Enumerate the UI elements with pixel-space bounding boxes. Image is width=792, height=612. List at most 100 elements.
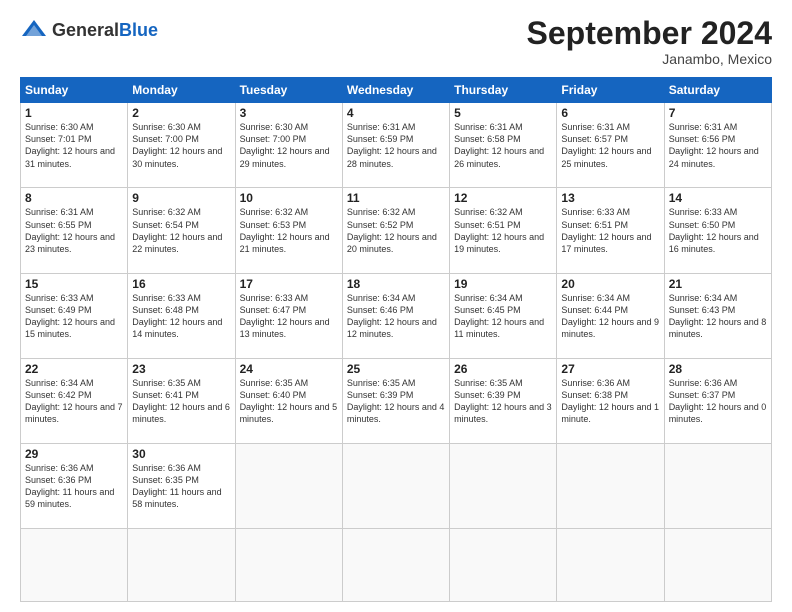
table-row: 13 Sunrise: 6:33 AM Sunset: 6:51 PM Dayl… — [557, 188, 664, 273]
table-row: 26 Sunrise: 6:35 AM Sunset: 6:39 PM Dayl… — [450, 358, 557, 443]
day-number: 25 — [347, 362, 445, 376]
cell-daylight: Daylight: 12 hours and 9 minutes. — [561, 316, 659, 340]
cell-sunset: Sunset: 7:00 PM — [132, 133, 230, 145]
month-title: September 2024 — [527, 16, 772, 51]
col-sunday: Sunday — [21, 78, 128, 103]
day-number: 21 — [669, 277, 767, 291]
day-number: 2 — [132, 106, 230, 120]
table-row: 14 Sunrise: 6:33 AM Sunset: 6:50 PM Dayl… — [664, 188, 771, 273]
day-number: 29 — [25, 447, 123, 461]
table-row: 23 Sunrise: 6:35 AM Sunset: 6:41 PM Dayl… — [128, 358, 235, 443]
cell-sunset: Sunset: 6:42 PM — [25, 389, 123, 401]
day-number: 11 — [347, 191, 445, 205]
cell-daylight: Daylight: 12 hours and 0 minutes. — [669, 401, 767, 425]
cell-sunset: Sunset: 6:52 PM — [347, 219, 445, 231]
col-wednesday: Wednesday — [342, 78, 449, 103]
table-row: 24 Sunrise: 6:35 AM Sunset: 6:40 PM Dayl… — [235, 358, 342, 443]
col-tuesday: Tuesday — [235, 78, 342, 103]
day-number: 15 — [25, 277, 123, 291]
table-row — [342, 444, 449, 529]
cell-sunset: Sunset: 6:57 PM — [561, 133, 659, 145]
cell-sunrise: Sunrise: 6:36 AM — [561, 377, 659, 389]
cell-sunset: Sunset: 6:54 PM — [132, 219, 230, 231]
table-row — [21, 529, 128, 602]
table-row: 21 Sunrise: 6:34 AM Sunset: 6:43 PM Dayl… — [664, 273, 771, 358]
cell-sunrise: Sunrise: 6:33 AM — [25, 292, 123, 304]
cell-sunset: Sunset: 6:37 PM — [669, 389, 767, 401]
cell-sunrise: Sunrise: 6:34 AM — [347, 292, 445, 304]
table-row: 28 Sunrise: 6:36 AM Sunset: 6:37 PM Dayl… — [664, 358, 771, 443]
day-number: 4 — [347, 106, 445, 120]
day-number: 22 — [25, 362, 123, 376]
table-row: 25 Sunrise: 6:35 AM Sunset: 6:39 PM Dayl… — [342, 358, 449, 443]
table-row — [235, 444, 342, 529]
cell-sunset: Sunset: 6:51 PM — [561, 219, 659, 231]
day-number: 6 — [561, 106, 659, 120]
cell-daylight: Daylight: 12 hours and 12 minutes. — [347, 316, 445, 340]
calendar-row: 1 Sunrise: 6:30 AM Sunset: 7:01 PM Dayli… — [21, 103, 772, 188]
calendar-row: 15 Sunrise: 6:33 AM Sunset: 6:49 PM Dayl… — [21, 273, 772, 358]
cell-sunset: Sunset: 6:46 PM — [347, 304, 445, 316]
calendar-row: 29 Sunrise: 6:36 AM Sunset: 6:36 PM Dayl… — [21, 444, 772, 529]
cell-sunset: Sunset: 6:50 PM — [669, 219, 767, 231]
day-number: 26 — [454, 362, 552, 376]
col-monday: Monday — [128, 78, 235, 103]
cell-daylight: Daylight: 12 hours and 25 minutes. — [561, 145, 659, 169]
day-number: 9 — [132, 191, 230, 205]
cell-daylight: Daylight: 12 hours and 1 minute. — [561, 401, 659, 425]
col-friday: Friday — [557, 78, 664, 103]
cell-sunrise: Sunrise: 6:31 AM — [25, 206, 123, 218]
cell-sunrise: Sunrise: 6:33 AM — [669, 206, 767, 218]
table-row: 12 Sunrise: 6:32 AM Sunset: 6:51 PM Dayl… — [450, 188, 557, 273]
cell-daylight: Daylight: 12 hours and 4 minutes. — [347, 401, 445, 425]
table-row — [664, 529, 771, 602]
cell-daylight: Daylight: 12 hours and 21 minutes. — [240, 231, 338, 255]
cell-sunset: Sunset: 6:40 PM — [240, 389, 338, 401]
cell-daylight: Daylight: 12 hours and 30 minutes. — [132, 145, 230, 169]
cell-daylight: Daylight: 12 hours and 8 minutes. — [669, 316, 767, 340]
cell-daylight: Daylight: 12 hours and 3 minutes. — [454, 401, 552, 425]
logo-blue-text: Blue — [119, 20, 158, 40]
table-row: 10 Sunrise: 6:32 AM Sunset: 6:53 PM Dayl… — [235, 188, 342, 273]
cell-sunrise: Sunrise: 6:35 AM — [454, 377, 552, 389]
cell-sunrise: Sunrise: 6:31 AM — [347, 121, 445, 133]
cell-sunrise: Sunrise: 6:31 AM — [454, 121, 552, 133]
cell-sunrise: Sunrise: 6:36 AM — [25, 462, 123, 474]
day-number: 13 — [561, 191, 659, 205]
day-number: 7 — [669, 106, 767, 120]
cell-sunset: Sunset: 6:47 PM — [240, 304, 338, 316]
location: Janambo, Mexico — [527, 51, 772, 67]
cell-sunrise: Sunrise: 6:34 AM — [561, 292, 659, 304]
cell-sunrise: Sunrise: 6:35 AM — [132, 377, 230, 389]
cell-daylight: Daylight: 12 hours and 6 minutes. — [132, 401, 230, 425]
day-number: 19 — [454, 277, 552, 291]
logo-general-text: General — [52, 20, 119, 40]
table-row: 19 Sunrise: 6:34 AM Sunset: 6:45 PM Dayl… — [450, 273, 557, 358]
cell-daylight: Daylight: 12 hours and 20 minutes. — [347, 231, 445, 255]
table-row — [342, 529, 449, 602]
cell-sunrise: Sunrise: 6:33 AM — [240, 292, 338, 304]
cell-daylight: Daylight: 12 hours and 31 minutes. — [25, 145, 123, 169]
table-row: 1 Sunrise: 6:30 AM Sunset: 7:01 PM Dayli… — [21, 103, 128, 188]
calendar-row — [21, 529, 772, 602]
cell-daylight: Daylight: 12 hours and 19 minutes. — [454, 231, 552, 255]
cell-daylight: Daylight: 12 hours and 29 minutes. — [240, 145, 338, 169]
day-number: 23 — [132, 362, 230, 376]
cell-sunrise: Sunrise: 6:33 AM — [561, 206, 659, 218]
cell-sunset: Sunset: 6:39 PM — [454, 389, 552, 401]
cell-sunrise: Sunrise: 6:35 AM — [240, 377, 338, 389]
table-row — [128, 529, 235, 602]
cell-daylight: Daylight: 12 hours and 13 minutes. — [240, 316, 338, 340]
cell-sunset: Sunset: 6:39 PM — [347, 389, 445, 401]
cell-sunrise: Sunrise: 6:34 AM — [25, 377, 123, 389]
cell-sunset: Sunset: 6:59 PM — [347, 133, 445, 145]
page: GeneralBlue September 2024 Janambo, Mexi… — [0, 0, 792, 612]
cell-sunset: Sunset: 6:44 PM — [561, 304, 659, 316]
cell-daylight: Daylight: 11 hours and 58 minutes. — [132, 486, 230, 510]
cell-sunset: Sunset: 6:58 PM — [454, 133, 552, 145]
cell-sunset: Sunset: 6:56 PM — [669, 133, 767, 145]
table-row: 9 Sunrise: 6:32 AM Sunset: 6:54 PM Dayli… — [128, 188, 235, 273]
day-number: 24 — [240, 362, 338, 376]
table-row: 7 Sunrise: 6:31 AM Sunset: 6:56 PM Dayli… — [664, 103, 771, 188]
cell-sunrise: Sunrise: 6:34 AM — [454, 292, 552, 304]
